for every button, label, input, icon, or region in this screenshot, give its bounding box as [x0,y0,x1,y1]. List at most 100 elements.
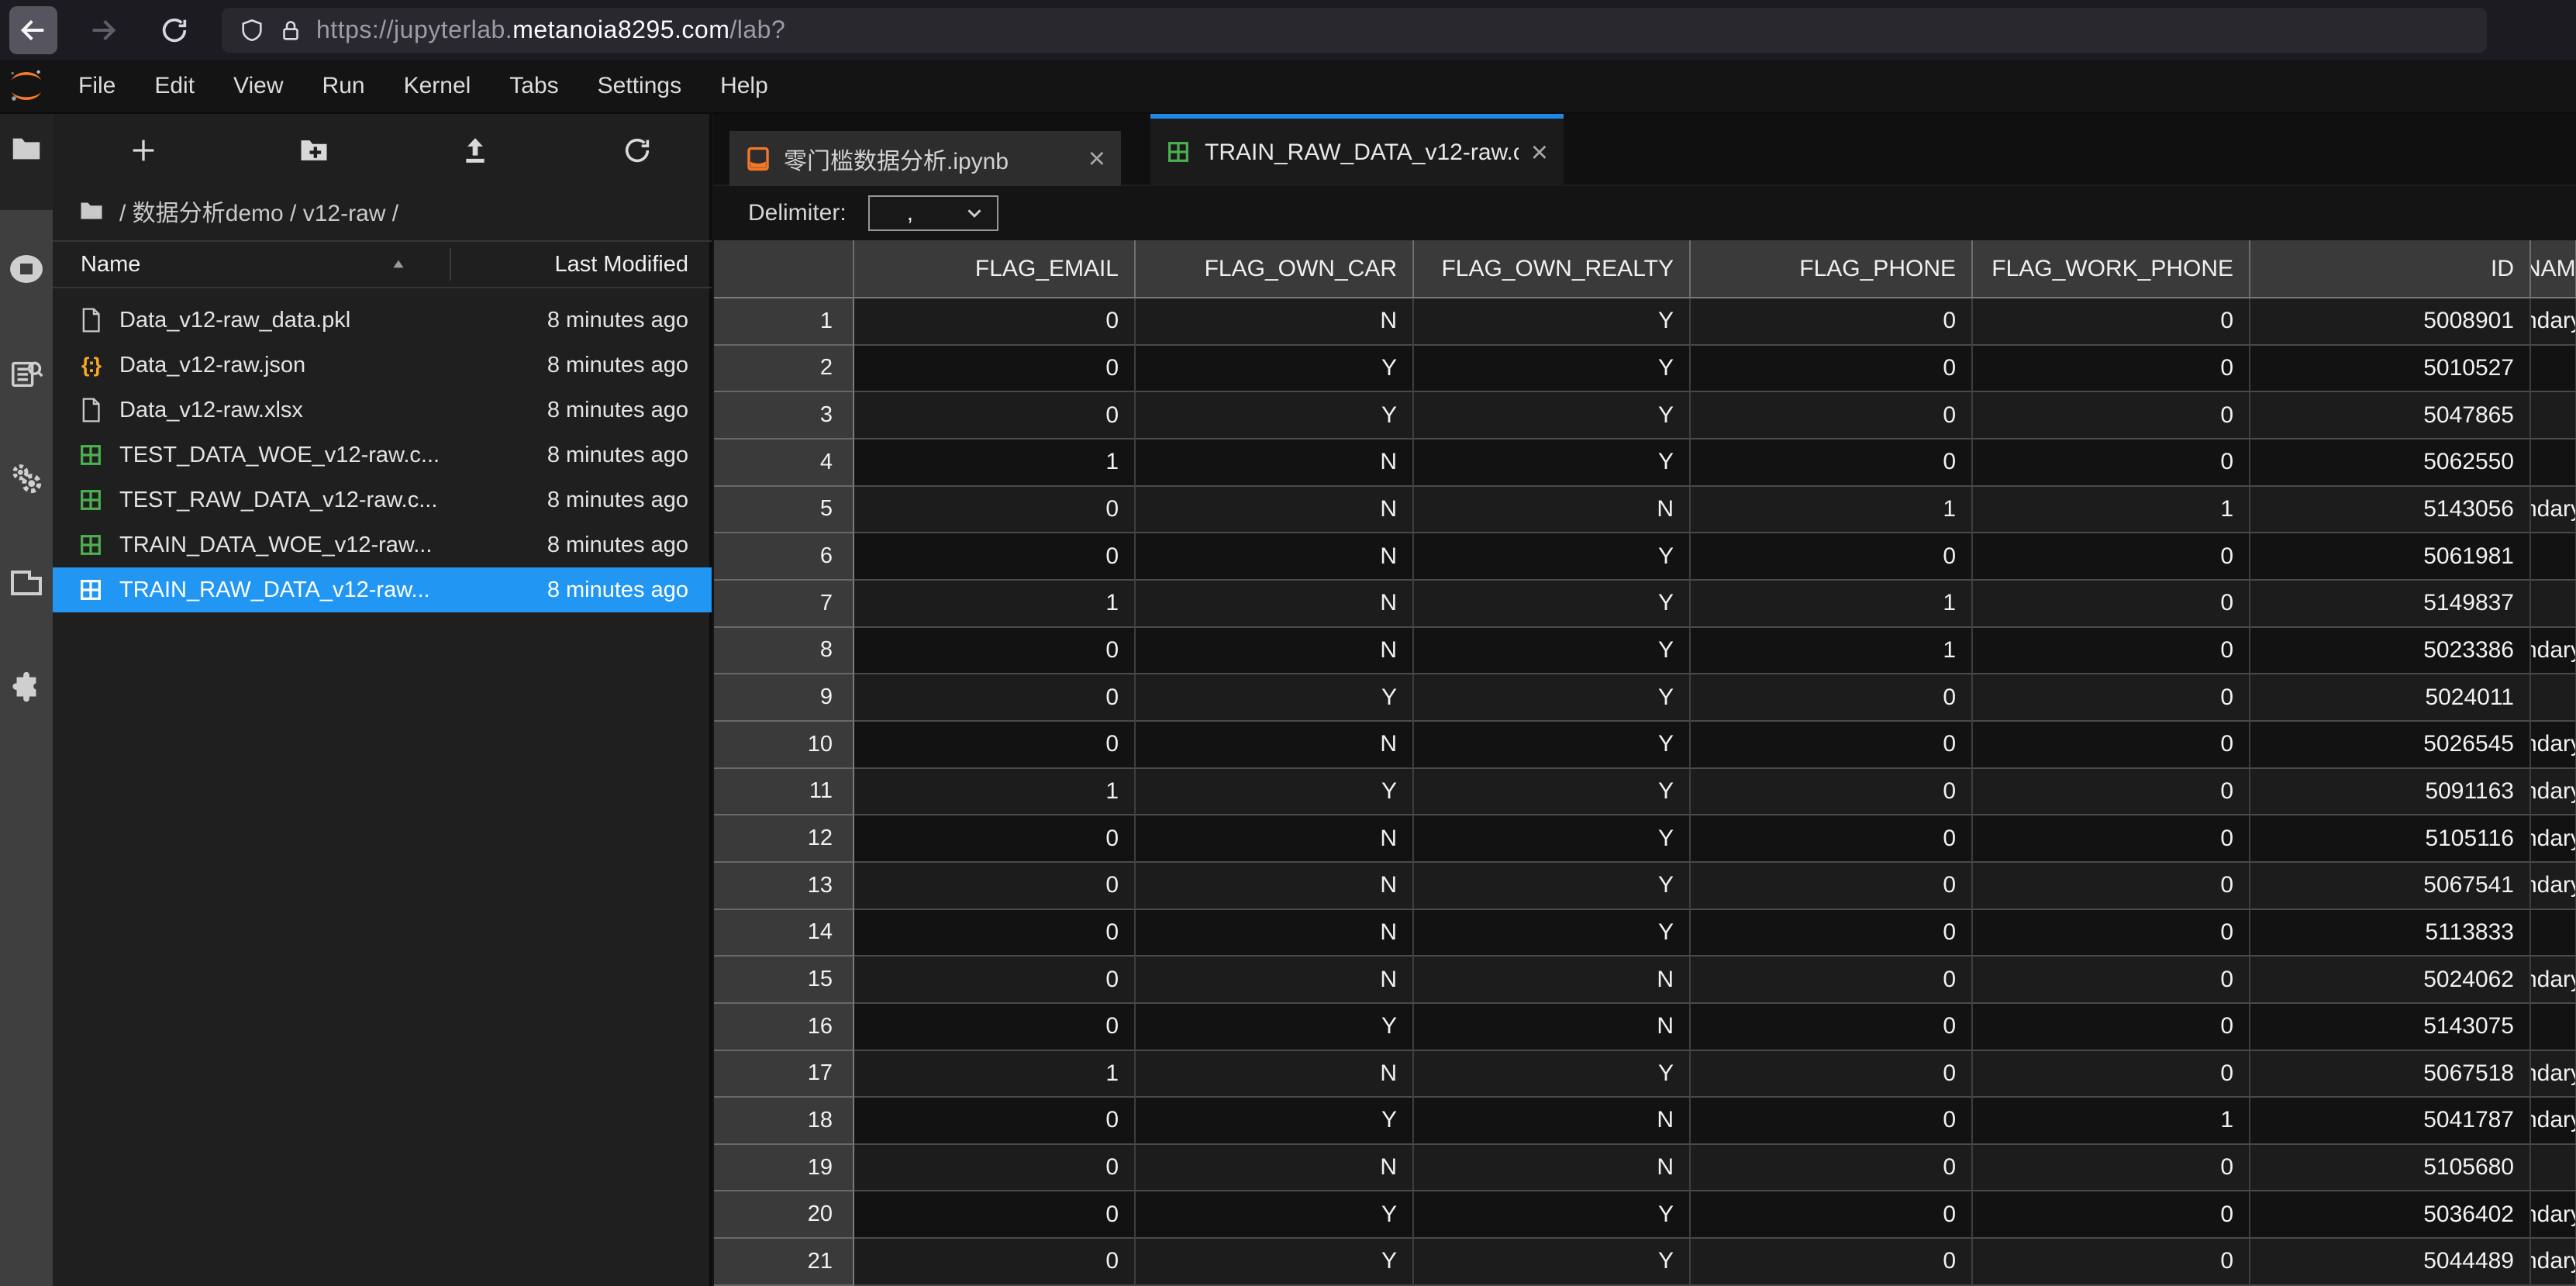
open-tabs-icon[interactable] [5,562,47,604]
file-list: Data_v12-raw_data.pkl8 minutes ago{:}Dat… [53,298,712,612]
grid-cell: 5105680 [2250,1145,2531,1192]
grid-cell-truncated: ndary [2531,1191,2576,1239]
grid-cell: 0 [1691,815,1973,863]
grid-cell: N [1414,957,1691,1004]
grid-cell: 0 [854,533,1136,581]
refresh-button[interactable] [618,131,657,170]
browser-forward-button[interactable] [79,6,127,54]
grid-cell: 0 [854,487,1136,534]
grid-cell: 5067541 [2250,863,2531,910]
grid-cell: 5026545 [2250,722,2531,769]
grid-cell: 0 [1973,1239,2250,1286]
running-kernels-icon[interactable] [5,248,47,290]
grid-cell: Y [1414,1239,1691,1286]
grid-cell: 5067518 [2250,1051,2531,1098]
grid-cell: 0 [854,1191,1136,1239]
grid-column-header: FLAG_WORK_PHONE [1973,240,2250,298]
file-last-modified: 8 minutes ago [547,577,688,603]
grid-cell: 0 [1691,769,1973,816]
grid-cell: 1 [854,581,1136,628]
grid-cell: 1 [1691,628,1973,675]
tab-inactive[interactable]: 零门槛数据分析.ipynb× [729,131,1121,186]
menu-item-settings[interactable]: Settings [578,73,701,99]
file-list-item[interactable]: TEST_RAW_DATA_v12-raw.c... 8 minutes ago [53,478,712,522]
menu-item-run[interactable]: Run [303,73,385,99]
grid-row-number: 9 [714,674,854,722]
grid-cell-truncated: ndary [2531,298,2576,346]
grid-row-number: 11 [714,769,854,816]
grid-cell: Y [1136,674,1414,722]
menu-item-help[interactable]: Help [701,73,788,99]
column-header-name[interactable]: Name [81,252,140,278]
grid-row-number: 12 [714,815,854,863]
new-launcher-button[interactable] [124,131,163,170]
grid-cell-truncated: ndary [2531,487,2576,534]
file-name: Data_v12-raw_data.pkl [119,308,350,333]
menu-item-kernel[interactable]: Kernel [385,73,491,99]
grid-cell: 1 [854,1051,1136,1098]
menu-item-edit[interactable]: Edit [135,73,214,99]
grid-cell: 0 [1973,910,2250,957]
grid-cell-truncated: ndary [2531,722,2576,769]
grid-cell: 0 [1973,957,2250,1004]
folder-icon [78,197,105,225]
grid-cell-truncated: ndary [2531,957,2576,1004]
file-list-item[interactable]: Data_v12-raw_data.pkl8 minutes ago [53,298,712,343]
grid-cell: 0 [1973,440,2250,487]
file-list-item[interactable]: Data_v12-raw.xlsx8 minutes ago [53,388,712,433]
menu-item-file[interactable]: File [59,73,135,99]
file-last-modified: 8 minutes ago [547,488,688,513]
grid-cell: 5036402 [2250,1191,2531,1239]
grid-cell-truncated [2531,581,2576,628]
new-folder-button[interactable] [295,131,333,170]
file-name: TEST_DATA_WOE_v12-raw.c... [119,443,440,468]
file-list-item[interactable]: {:}Data_v12-raw.json8 minutes ago [53,343,712,388]
grid-cell: N [1136,957,1414,1004]
grid-row-number: 5 [714,487,854,534]
grid-cell: 0 [1973,392,2250,440]
menu-item-tabs[interactable]: Tabs [490,73,578,99]
delimiter-select[interactable]: , [868,195,998,231]
extensions-icon[interactable] [5,667,47,709]
grid-cell: Y [1414,1051,1691,1098]
settings-gears-icon[interactable] [5,457,47,499]
grid-cell: 0 [1691,1239,1973,1286]
grid-row-number: 10 [714,722,854,769]
tab-active[interactable]: TRAIN_RAW_DATA_v12-raw.c× [1150,114,1564,186]
file-last-modified: 8 minutes ago [547,533,688,558]
menu-item-view[interactable]: View [214,73,302,99]
back-arrow-icon [18,15,49,46]
csv-file-icon [78,487,104,513]
grid-cell: 0 [1973,1004,2250,1051]
grid-row-number: 16 [714,1004,854,1051]
breadcrumb[interactable]: / 数据分析demo / v12-raw / [53,190,712,232]
upload-button[interactable] [456,131,495,170]
browser-reload-button[interactable] [150,6,198,54]
grid-cell: 0 [1691,863,1973,910]
grid-cell: 5091163 [2250,769,2531,816]
browser-back-button[interactable] [9,6,57,54]
grid-cell-truncated [2531,910,2576,957]
grid-cell: Y [1414,346,1691,393]
jupyterlab-menubar: FileEditViewRunKernelTabsSettingsHelp [0,60,2576,114]
sort-ascending-icon[interactable] [388,254,409,274]
file-browser-icon[interactable] [5,128,47,170]
file-name: TEST_RAW_DATA_v12-raw.c... [119,488,437,513]
grid-column-header: NAM [2531,240,2576,298]
property-inspector-icon[interactable] [5,353,47,395]
column-header-last-modified[interactable]: Last Modified [555,252,689,278]
file-list-item[interactable]: TRAIN_DATA_WOE_v12-raw...8 minutes ago [53,522,712,567]
url-bar[interactable]: https://jupyterlab.metanoia8295.com/lab? [222,8,2487,53]
grid-cell: Y [1414,863,1691,910]
close-icon[interactable]: × [1088,144,1105,174]
grid-cell: 0 [854,863,1136,910]
file-last-modified: 8 minutes ago [547,353,688,378]
grid-column-header: ID [2250,240,2531,298]
jupyterlab-window: https://jupyterlab.metanoia8295.com/lab?… [0,0,2576,1286]
grid-column-header: FLAG_OWN_REALTY [1414,240,1691,298]
grid-row-number: 7 [714,581,854,628]
csv-icon [1166,140,1192,166]
file-list-item[interactable]: TRAIN_RAW_DATA_v12-raw...8 minutes ago [53,567,712,612]
file-list-item[interactable]: TEST_DATA_WOE_v12-raw.c...8 minutes ago [53,433,712,478]
close-icon[interactable]: × [1531,138,1548,167]
